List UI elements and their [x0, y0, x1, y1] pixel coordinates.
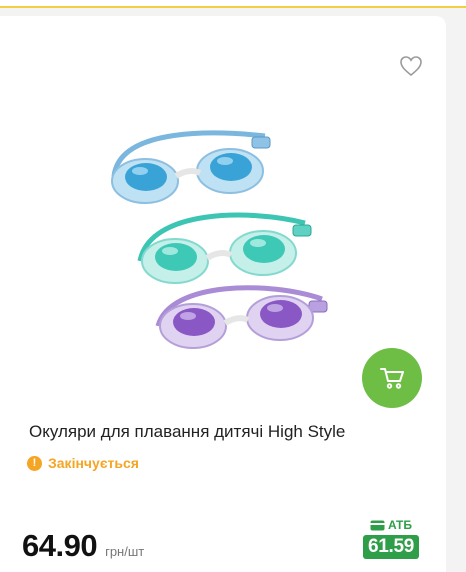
price: 64.90 грн/шт	[22, 528, 144, 564]
favorite-button[interactable]	[398, 54, 424, 78]
product-image[interactable]	[100, 121, 330, 356]
stock-status-label: Закінчується	[48, 455, 139, 471]
cart-icon	[380, 368, 404, 389]
exclamation-circle-icon: !	[27, 455, 42, 471]
price-value: 64.90	[22, 528, 98, 563]
price-unit: грн/шт	[105, 544, 145, 559]
purple-goggles	[155, 285, 328, 349]
product-title[interactable]: Окуляри для плавання дитячі High Style	[29, 422, 439, 442]
club-label-text: АТБ	[387, 518, 413, 532]
club-price-block: АТБ 61.59	[360, 518, 422, 559]
blue-goggles	[111, 130, 271, 204]
club-label: АТБ	[370, 518, 412, 532]
club-price-value: 61.59	[362, 535, 420, 559]
teal-goggles	[137, 212, 312, 284]
heart-outline-icon	[400, 56, 422, 77]
card-icon	[370, 520, 385, 530]
top-strip	[0, 0, 466, 8]
add-to-cart-button[interactable]	[362, 348, 422, 408]
stock-status: ! Закінчується	[27, 455, 139, 471]
product-card[interactable]: Окуляри для плавання дитячі High Style !…	[0, 16, 446, 572]
